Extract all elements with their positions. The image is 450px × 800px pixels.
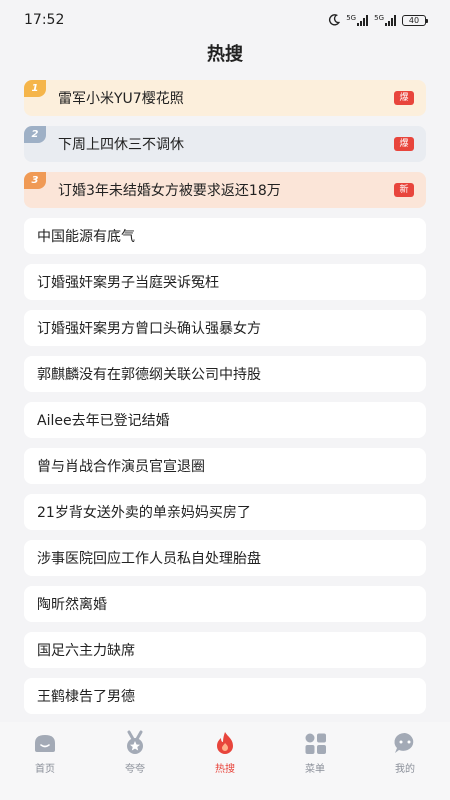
rank-flag: 3 (24, 172, 46, 189)
tab-label: 夸夸 (125, 764, 145, 775)
bottom-tab-bar: 首页 夸夸 热搜 菜单 我的 (0, 722, 450, 800)
tab-flame[interactable]: 热搜 (195, 730, 255, 800)
hot-search-title: 陶昕然离婚 (37, 597, 107, 613)
network-type-2: 5G (374, 13, 384, 22)
hot-search-item[interactable]: 陶昕然离婚 (24, 586, 426, 622)
hot-search-title: Ailee去年已登记结婚 (37, 413, 170, 429)
tab-home[interactable]: 首页 (15, 730, 75, 800)
hot-badge: 新 (394, 183, 414, 197)
chat-bubble-icon (392, 730, 418, 756)
hot-search-title: 21岁背女送外卖的单亲妈妈买房了 (37, 505, 251, 521)
medal-icon (122, 730, 148, 756)
hot-search-item[interactable]: 曾与肖战合作演员官宣退圈 (24, 448, 426, 484)
hot-search-list: 1 雷军小米YU7樱花照爆 2 下周上四休三不调休爆 3 订婚3年未结婚女方被要求返还18… (24, 80, 426, 714)
status-time: 17:52 (24, 12, 65, 28)
hot-search-title: 订婚强奸案男方曾口头确认强暴女方 (37, 321, 261, 337)
hot-search-title: 国足六主力缺席 (37, 643, 135, 659)
hot-search-title: 曾与肖战合作演员官宣退圈 (37, 459, 205, 475)
tab-label: 热搜 (215, 764, 235, 775)
network-type-1: 5G (346, 13, 357, 22)
battery-level: 40 (408, 15, 420, 25)
hot-search-title: 涉事医院回应工作人员私自处理胎盘 (37, 551, 261, 567)
hot-search-item[interactable]: 订婚强奸案男子当庭哭诉冤枉 (24, 264, 426, 300)
tab-label: 菜单 (305, 764, 325, 775)
hot-search-item[interactable]: 国足六主力缺席 (24, 632, 426, 668)
hot-search-item[interactable]: 王鹤棣告了男德 (24, 678, 426, 714)
hot-search-item[interactable]: Ailee去年已登记结婚 (24, 402, 426, 438)
home-icon (32, 730, 58, 756)
hot-search-title: 郭麒麟没有在郭德纲关联公司中持股 (37, 367, 261, 383)
hot-search-item[interactable]: 2 下周上四休三不调休 爆 (24, 126, 426, 162)
hot-search-item[interactable]: 21岁背女送外卖的单亲妈妈买房了 (24, 494, 426, 530)
signal-icon: 5G (374, 13, 396, 26)
tab-chat-bubble[interactable]: 我的 (375, 730, 435, 800)
tab-medal[interactable]: 夸夸 (105, 730, 165, 800)
hot-badge: 爆 (394, 137, 414, 151)
hot-search-item[interactable]: 1 雷军小米YU7樱花照 爆 (24, 80, 426, 116)
hot-search-item[interactable]: 3 订婚3年未结婚女方被要求返还18万 新 (24, 172, 426, 208)
hot-search-title: 中国能源有底气 (37, 229, 135, 245)
grid-icon (302, 730, 328, 756)
hot-search-item[interactable]: 中国能源有底气 (24, 218, 426, 254)
rank-flag: 1 (24, 80, 46, 97)
rank-flag: 2 (24, 126, 46, 143)
moon-icon (329, 14, 341, 26)
page-title: 热搜 (207, 44, 243, 65)
signal-icon: 5G (346, 13, 369, 26)
hot-search-title: 订婚3年未结婚女方被要求返还18万 (58, 183, 281, 199)
status-icons: 5G 5G 40 (328, 13, 428, 26)
flame-icon (212, 730, 238, 756)
battery-icon: 40 (402, 14, 428, 26)
hot-search-item[interactable]: 订婚强奸案男方曾口头确认强暴女方 (24, 310, 426, 346)
hot-search-item[interactable]: 涉事医院回应工作人员私自处理胎盘 (24, 540, 426, 576)
status-bar: 17:52 5G 5G 40 (0, 0, 450, 40)
hot-search-title: 下周上四休三不调休 (58, 137, 184, 153)
hot-search-title: 王鹤棣告了男德 (37, 689, 135, 705)
hot-search-title: 订婚强奸案男子当庭哭诉冤枉 (37, 275, 219, 291)
tab-grid[interactable]: 菜单 (285, 730, 345, 800)
hot-search-title: 雷军小米YU7樱花照 (58, 91, 184, 107)
tab-label: 我的 (395, 764, 415, 775)
tab-label: 首页 (35, 764, 55, 775)
hot-search-item[interactable]: 郭麒麟没有在郭德纲关联公司中持股 (24, 356, 426, 392)
hot-badge: 爆 (394, 91, 414, 105)
